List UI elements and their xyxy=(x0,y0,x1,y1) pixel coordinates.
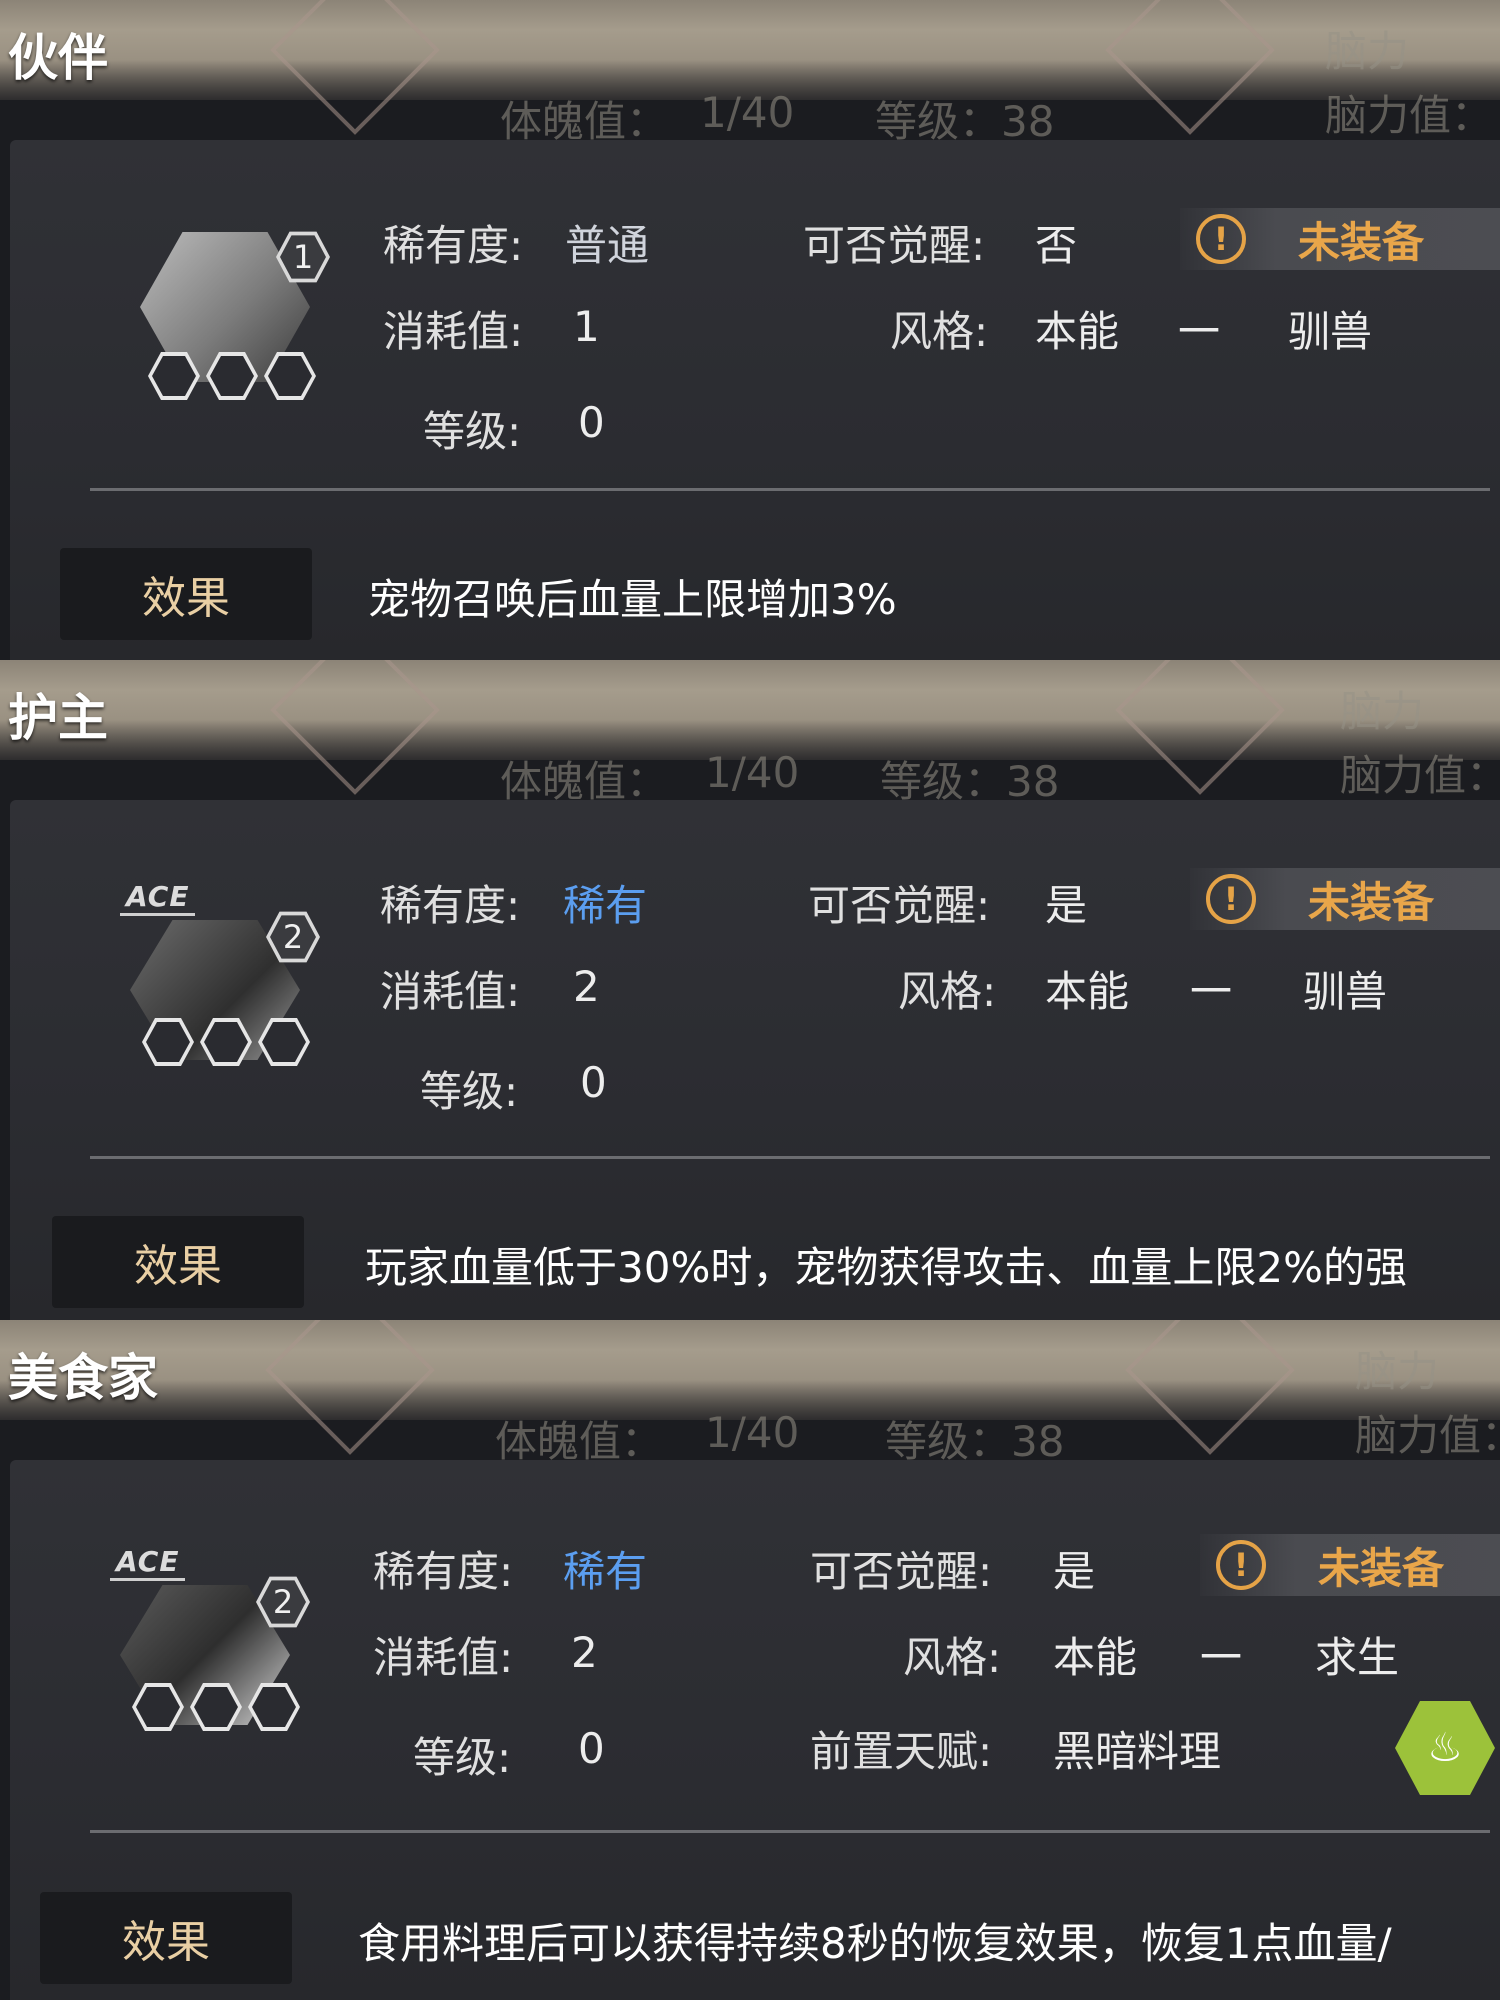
level-value: 0 xyxy=(578,1724,605,1773)
rarity-value: 稀有 xyxy=(563,1547,648,1596)
awaken-value: 是 xyxy=(1053,1547,1096,1596)
pre-talent-value: 黑暗料理 xyxy=(1053,1727,1222,1776)
awaken-value: 是 xyxy=(1045,881,1088,930)
equip-status-badge[interactable]: ! 未装备 xyxy=(1180,208,1500,270)
cost-value: 2 xyxy=(573,962,600,1011)
effect-description: 玩家血量低于30%时，宠物获得攻击、血量上限2%的强 xyxy=(365,1243,1407,1292)
style-sub: 驯兽 xyxy=(1303,967,1388,1016)
equip-status-badge[interactable]: ! 未装备 xyxy=(1200,1534,1500,1596)
ghost-stat-value: 1/40 xyxy=(705,748,800,797)
skill-title: 美食家 xyxy=(8,1349,158,1407)
ghost-stat-value: 1/40 xyxy=(700,88,795,137)
ghost-brain: 脑力 xyxy=(1325,27,1410,76)
equip-status-text: 未装备 xyxy=(1308,877,1435,927)
rarity-label: 稀有度: xyxy=(383,221,524,270)
awaken-value: 否 xyxy=(1035,221,1078,270)
skill-card-protect-master: 体魄值： 1/40 等级：38 脑力 脑力值： 护主 ACE 2 稀有度: 稀有… xyxy=(0,660,1500,1320)
title-strip: 体魄值： 1/40 等级：38 脑力 脑力值： 美食家 xyxy=(0,1320,1500,1466)
skill-title: 护主 xyxy=(8,689,108,747)
ghost-brain-value: 脑力值： xyxy=(1340,751,1500,800)
rarity-value: 普通 xyxy=(565,221,650,270)
level-label: 等级: xyxy=(423,407,522,456)
level-value: 0 xyxy=(578,398,605,447)
divider xyxy=(90,488,1490,491)
style-sub: 求生 xyxy=(1315,1633,1400,1682)
level-value: 0 xyxy=(580,1058,607,1107)
pre-talent-label: 前置天赋: xyxy=(810,1727,993,1776)
rarity-label: 稀有度: xyxy=(373,1547,514,1596)
ghost-grade: 等级：38 xyxy=(880,757,1060,806)
strength-emblem-icon xyxy=(270,660,440,795)
title-strip: 体魄值： 1/40 等级：38 脑力 脑力值： 护主 xyxy=(0,660,1500,806)
divider xyxy=(90,1830,1490,1833)
title-strip: 体魄值： 1/40 等级：38 脑力 脑力值： 伙伴 xyxy=(0,0,1500,146)
brain-emblem-icon xyxy=(1125,1320,1295,1455)
equip-status-text: 未装备 xyxy=(1298,217,1425,267)
ghost-brain-value: 脑力值： xyxy=(1325,91,1494,140)
ghost-stat-value: 1/40 xyxy=(705,1408,800,1457)
brain-emblem-icon xyxy=(1105,0,1275,135)
warning-icon: ! xyxy=(1206,874,1256,924)
skill-icon-wolf[interactable]: 1 xyxy=(130,220,330,420)
ghost-grade: 等级：38 xyxy=(875,97,1055,146)
ghost-brain: 脑力 xyxy=(1340,687,1425,736)
cost-value: 1 xyxy=(573,302,600,351)
ghost-stat-label: 体魄值： xyxy=(500,97,669,146)
style-dash: 一 xyxy=(1178,307,1221,356)
warning-icon: ! xyxy=(1196,214,1246,264)
equip-status-text: 未装备 xyxy=(1318,1543,1445,1593)
ace-tag: ACE xyxy=(120,880,196,916)
warning-icon: ! xyxy=(1216,1540,1266,1590)
strength-emblem-icon xyxy=(270,0,440,135)
style-label: 风格: xyxy=(890,307,989,356)
skill-icon-gourmet[interactable]: ACE 2 xyxy=(110,1545,310,1745)
awaken-label: 可否觉醒: xyxy=(803,221,986,270)
awaken-label: 可否觉醒: xyxy=(810,1547,993,1596)
ghost-stat-label: 体魄值： xyxy=(500,757,669,806)
awaken-label: 可否觉醒: xyxy=(808,881,991,930)
equip-status-badge[interactable]: ! 未装备 xyxy=(1190,868,1500,930)
level-label: 等级: xyxy=(413,1733,512,1782)
brain-emblem-icon xyxy=(1115,660,1285,795)
cost-value: 2 xyxy=(571,1628,598,1677)
skill-card-partner: 体魄值： 1/40 等级：38 脑力 脑力值： 伙伴 1 稀有度: 普通 消耗值… xyxy=(0,0,1500,660)
ghost-brain-value: 脑力值： xyxy=(1355,1411,1500,1460)
cost-label: 消耗值: xyxy=(380,967,521,1016)
divider xyxy=(90,1156,1490,1159)
style-label: 风格: xyxy=(903,1633,1002,1682)
ghost-stat-label: 体魄值： xyxy=(495,1417,664,1466)
cost-label: 消耗值: xyxy=(373,1633,514,1682)
skill-card-gourmet: 体魄值： 1/40 等级：38 脑力 脑力值： 美食家 ACE 2 稀有度: 稀… xyxy=(0,1320,1500,2000)
style-label: 风格: xyxy=(898,967,997,1016)
ghost-brain: 脑力 xyxy=(1355,1347,1440,1396)
effect-tab[interactable]: 效果 xyxy=(52,1216,304,1308)
rarity-label: 稀有度: xyxy=(380,881,521,930)
style-dash: 一 xyxy=(1190,967,1233,1016)
style-main: 本能 xyxy=(1035,307,1120,356)
rarity-value: 稀有 xyxy=(563,881,648,930)
effect-tab[interactable]: 效果 xyxy=(60,548,312,640)
effect-tab[interactable]: 效果 xyxy=(40,1892,292,1984)
skill-icon-guardian[interactable]: ACE 2 xyxy=(120,880,320,1080)
level-label: 等级: xyxy=(420,1067,519,1116)
style-dash: 一 xyxy=(1200,1633,1243,1682)
cost-label: 消耗值: xyxy=(383,307,524,356)
skill-title: 伙伴 xyxy=(8,29,108,87)
style-main: 本能 xyxy=(1045,967,1130,1016)
effect-description: 宠物召唤后血量上限增加3% xyxy=(368,575,897,624)
style-main: 本能 xyxy=(1053,1633,1138,1682)
style-sub: 驯兽 xyxy=(1288,307,1373,356)
effect-description: 食用料理后可以获得持续8秒的恢复效果，恢复1点血量/ xyxy=(358,1919,1392,1968)
ghost-grade: 等级：38 xyxy=(885,1417,1065,1466)
ace-tag: ACE xyxy=(110,1545,186,1581)
strength-emblem-icon xyxy=(265,1320,435,1455)
